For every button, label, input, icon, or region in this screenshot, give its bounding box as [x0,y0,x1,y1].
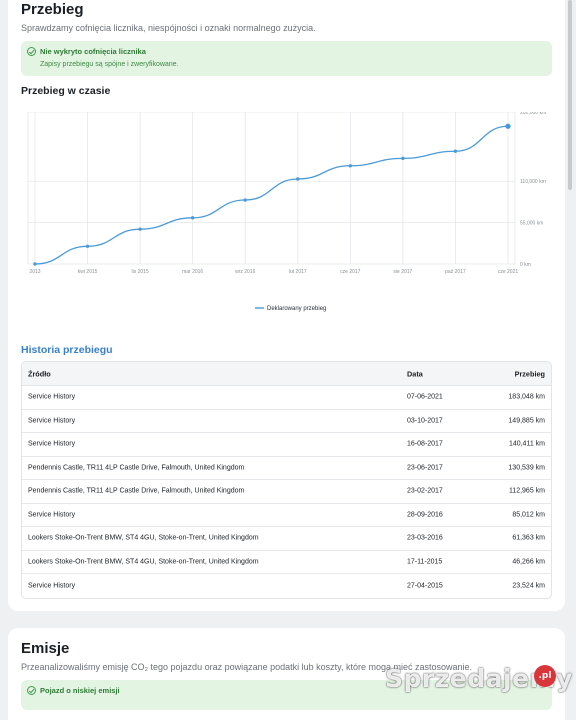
mileage-chart: 202,000 km 110,000 km 55,000 km 0 km 2013 kwi… [27,112,546,312]
table-row: Pendennis Castle, TR11 4LP Castle Drive,… [22,480,551,504]
chart-legend: Deklarowany przebieg [255,306,326,312]
series-line [34,125,509,265]
data-point [33,262,37,266]
cell-source: Pendennis Castle, TR11 4LP Castle Drive,… [28,464,245,472]
table-row: Lookers Stoke-On-Trent BMW, ST4 4GU, Sto… [22,551,551,574]
cell-date: 23-03-2016 [407,534,443,542]
cell-source: Lookers Stoke-On-Trent BMW, ST4 4GU, Sto… [28,534,259,542]
x-tick-label: cze 2021 [498,269,519,275]
data-point [138,227,142,231]
data-point [401,156,405,161]
cell-mileage: 23,524 km [512,582,545,590]
cell-mileage: 130,539 km [508,464,545,472]
data-point [453,149,458,153]
cell-source: Pendennis Castle, TR11 4LP Castle Drive,… [28,487,245,495]
cell-source: Service History [28,511,76,519]
y-tick-label: 110,000 km [520,179,546,185]
header-date: Data [407,369,423,378]
data-point [243,198,247,202]
data-point [190,216,195,220]
cell-date: 17-11-2015 [407,558,443,566]
table-row: Service History 03-10-2017 149,885 km [22,410,551,433]
cell-mileage: 112,965 km [508,487,545,495]
cell-mileage: 140,411 km [508,440,545,448]
x-tick-label: paź 2017 [445,269,466,275]
table-row: Service History 27-04-2015 23,524 km [22,574,551,598]
history-heading: Historia przebiegu [21,344,113,356]
cell-date: 23-02-2017 [407,487,443,495]
chart-line-layer [34,125,509,265]
emissions-title: Emisje [21,640,70,657]
mileage-title: Przebieg [21,1,84,18]
y-tick-label: 55,000 km [520,221,543,227]
y-tick-label: 0 km [520,262,531,268]
chart-grid [27,112,516,265]
mileage-subtitle: Sprawdzamy cofnięcia licznika, niespójno… [21,23,316,33]
table-row: Service History 28-09-2016 85,012 km [22,504,551,527]
data-point [296,177,300,181]
cell-source: Service History [28,440,76,448]
header-mileage: Przebieg [514,369,545,378]
table-header: Źródło Data Przebieg [22,362,551,386]
cell-mileage: 46,266 km [512,558,545,566]
x-tick-label: mar 2016 [182,269,203,275]
chart-axes: 202,000 km 110,000 km 55,000 km 0 km 2013 kwi… [29,112,546,275]
x-tick-label: lut 2017 [289,269,307,275]
x-tick-label: cze 2017 [340,269,361,275]
table-row: Service History 16-08-2017 140,411 km [22,433,551,457]
cell-mileage: 61,363 km [512,534,545,542]
alert-title: Nie wykryto cofnięcia licznika [40,47,146,56]
data-point [85,244,90,248]
x-tick-label: lis 2015 [131,269,148,275]
no-rollback-alert: Nie wykryto cofnięcia licznika Zapisy pr… [21,41,552,76]
y-tick-label: 202,000 km [520,112,546,116]
cell-date: 07-06-2021 [407,393,443,401]
check-circle-icon [27,686,36,695]
table-row: Pendennis Castle, TR11 4LP Castle Drive,… [22,457,551,480]
page-scrollbar[interactable] [568,0,572,190]
chart-point-layer [33,123,511,266]
cell-source: Service History [28,393,76,401]
watermark-badge: .pl [534,665,556,687]
data-point [348,164,353,168]
x-tick-label: kwi 2015 [78,269,98,275]
cell-mileage: 149,885 km [508,417,545,425]
mileage-card: Przebieg Sprawdzamy cofnięcia licznika, … [8,0,565,611]
alert-body: Zapisy przebiegu są spójne i zweryfikowa… [40,61,179,68]
cell-date: 28-09-2016 [407,511,443,519]
x-tick-label: wrz 2016 [235,269,256,275]
cell-source: Service History [28,417,76,425]
cell-mileage: 85,012 km [512,511,545,519]
x-tick-label: sie 2017 [393,269,412,275]
cell-date: 03-10-2017 [407,417,443,425]
cell-date: 23-06-2017 [407,464,443,472]
cell-date: 27-04-2015 [407,582,443,590]
emissions-alert-title: Pojazd o niskiej emisji [40,686,120,695]
check-circle-icon [27,47,36,56]
cell-date: 16-08-2017 [407,440,443,448]
cell-source: Lookers Stoke-On-Trent BMW, ST4 4GU, Sto… [28,558,259,566]
table-row: Lookers Stoke-On-Trent BMW, ST4 4GU, Sto… [22,527,551,551]
legend-label: Deklarowany przebieg [267,306,326,312]
table-row: Service History 07-06-2021 183,048 km [22,386,551,410]
data-point [505,123,511,129]
mileage-history-table: Źródło Data Przebieg Service History 07-… [21,361,552,599]
chart-heading: Przebieg w czasie [21,85,111,97]
header-source: Źródło [28,369,51,378]
cell-source: Service History [28,582,76,590]
x-tick-label: 2013 [29,269,40,275]
cell-mileage: 183,048 km [508,393,545,401]
